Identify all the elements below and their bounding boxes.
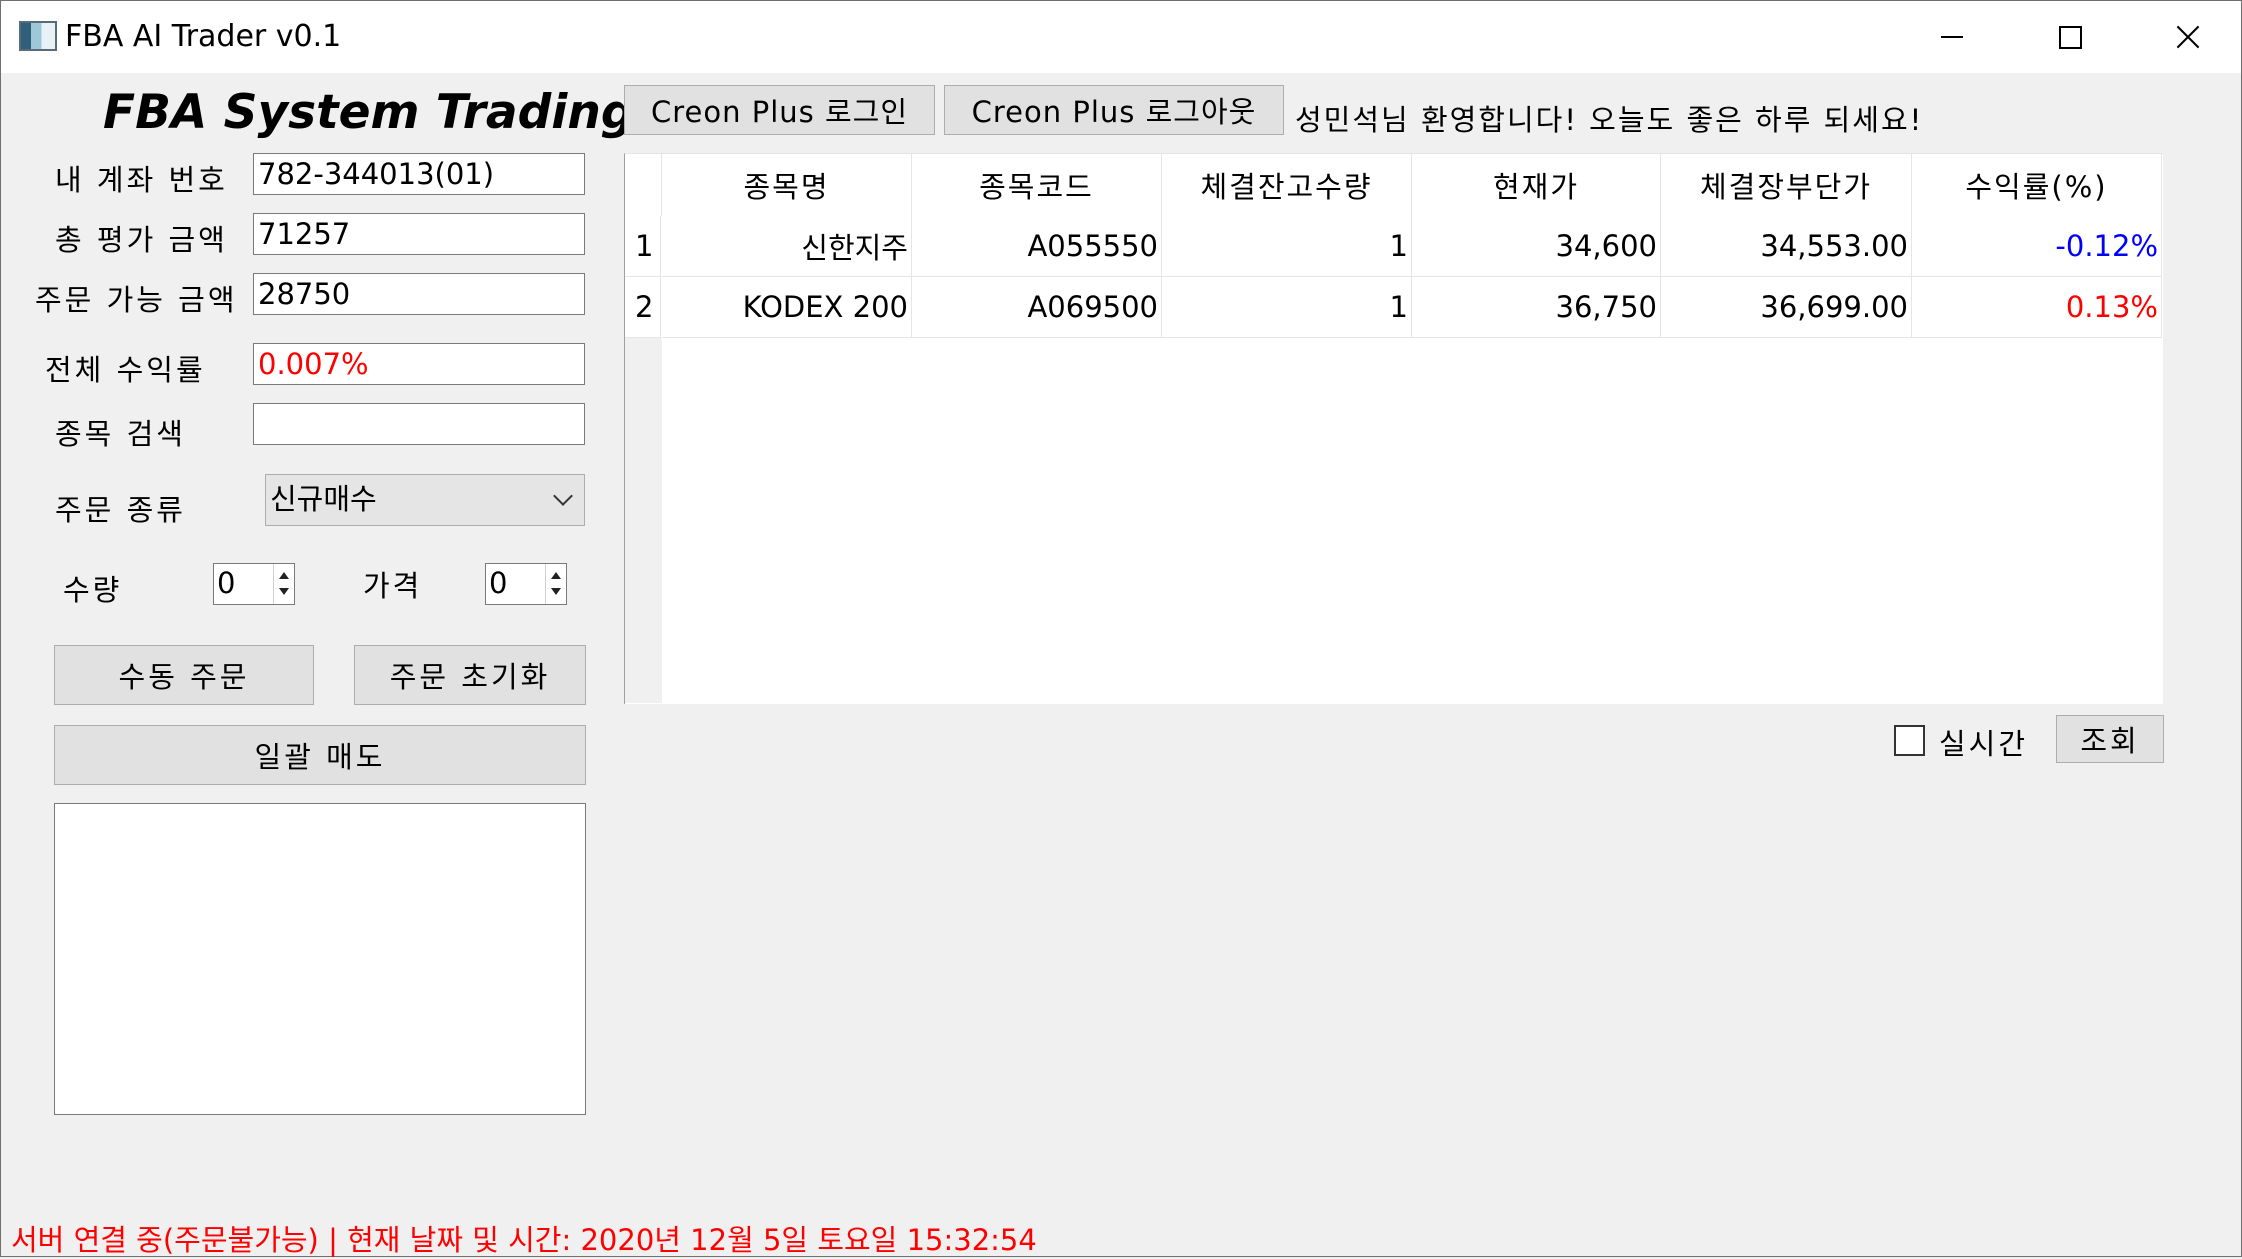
stock-search-label: 종목 검색 — [55, 417, 186, 451]
orderable-field[interactable]: 28750 — [253, 273, 585, 315]
total-return-label: 전체 수익률 — [45, 353, 206, 387]
table-cell-name[interactable]: KODEX 200 — [662, 277, 912, 338]
table-cell-price[interactable]: 36,750 — [1412, 277, 1661, 338]
qty-spin-buttons[interactable] — [273, 564, 294, 604]
table-empty-area — [624, 338, 662, 703]
chevron-down-icon — [553, 486, 573, 506]
realtime-label[interactable]: 실시간 — [1939, 721, 2028, 763]
maximize-icon — [2058, 25, 2082, 49]
account-number-field[interactable]: 782-344013(01) — [253, 153, 585, 195]
table-cell-name[interactable]: 신한지주 — [662, 216, 912, 277]
table-cell-code[interactable]: A055550 — [912, 216, 1162, 277]
table-cell-qty[interactable]: 1 — [1162, 216, 1412, 277]
col-header-avg-price[interactable]: 체결장부단가 — [1661, 154, 1912, 216]
col-header-price[interactable]: 현재가 — [1412, 154, 1661, 216]
maximize-button[interactable] — [2011, 1, 2129, 73]
sell-all-button[interactable]: 일괄 매도 — [54, 725, 586, 785]
log-textarea[interactable] — [54, 803, 586, 1115]
col-header-code[interactable]: 종목코드 — [912, 154, 1162, 216]
table-cell-avg-price[interactable]: 36,699.00 — [1661, 277, 1912, 338]
stock-search-input[interactable] — [253, 403, 585, 445]
table-cell-return[interactable]: -0.12% — [1912, 216, 2162, 277]
price-spin-buttons[interactable] — [545, 564, 566, 604]
order-type-label: 주문 종류 — [55, 493, 186, 527]
window-title: FBA AI Trader v0.1 — [65, 19, 342, 54]
row-header[interactable]: 1 — [625, 216, 661, 277]
price-stepper[interactable]: 0 — [485, 563, 567, 605]
table-corner[interactable] — [625, 154, 662, 216]
col-header-name[interactable]: 종목명 — [662, 154, 912, 216]
spin-down-icon[interactable] — [551, 588, 561, 595]
spin-up-icon[interactable] — [279, 572, 289, 579]
logout-button[interactable]: Creon Plus 로그아웃 — [944, 85, 1284, 135]
qty-stepper[interactable]: 0 — [213, 563, 295, 605]
order-type-value: 신규매수 — [270, 482, 377, 516]
row-header[interactable]: 2 — [625, 277, 661, 338]
table-cell-return[interactable]: 0.13% — [1912, 277, 2162, 338]
spin-down-icon[interactable] — [279, 588, 289, 595]
table-cell-qty[interactable]: 1 — [1162, 277, 1412, 338]
minimize-button[interactable] — [1893, 1, 2011, 73]
price-label: 가격 — [363, 569, 423, 603]
realtime-checkbox[interactable] — [1894, 725, 1925, 756]
status-bar-text: 서버 연결 중(주문불가능) | 현재 날짜 및 시간: 2020년 12월 5… — [11, 1223, 1037, 1257]
minimize-icon — [1941, 36, 1963, 38]
price-value: 0 — [489, 566, 508, 600]
total-eval-label: 총 평가 금액 — [55, 223, 228, 257]
app-icon — [19, 21, 57, 51]
table-cell-price[interactable]: 34,600 — [1412, 216, 1661, 277]
total-return-field[interactable]: 0.007% — [253, 343, 585, 385]
total-eval-field[interactable]: 71257 — [253, 213, 585, 255]
table-cell-avg-price[interactable]: 34,553.00 — [1661, 216, 1912, 277]
qty-value: 0 — [217, 566, 236, 600]
qty-label: 수량 — [63, 573, 123, 607]
spin-up-icon[interactable] — [551, 572, 561, 579]
table-cell-code[interactable]: A069500 — [912, 277, 1162, 338]
orderable-label: 주문 가능 금액 — [35, 283, 238, 317]
order-type-select[interactable]: 신규매수 — [265, 474, 585, 526]
login-button[interactable]: Creon Plus 로그인 — [624, 85, 935, 135]
account-number-label: 내 계좌 번호 — [55, 163, 228, 197]
col-header-qty[interactable]: 체결잔고수량 — [1162, 154, 1412, 216]
query-button[interactable]: 조회 — [2056, 715, 2164, 763]
app-window: FBA AI Trader v0.1 FBA System Trading 내 … — [0, 0, 2242, 1257]
close-icon — [2176, 25, 2200, 49]
col-header-return[interactable]: 수익률(%) — [1912, 154, 2162, 216]
close-button[interactable] — [2129, 1, 2242, 73]
manual-order-button[interactable]: 수동 주문 — [54, 645, 314, 705]
brand-title: FBA System Trading — [103, 85, 635, 140]
welcome-message: 성민석님 환영합니다! 오늘도 좋은 하루 되세요! — [1295, 103, 1924, 137]
holdings-table[interactable]: 종목명 종목코드 체결잔고수량 현재가 체결장부단가 수익률(%) 1 신한지주… — [624, 153, 2163, 704]
title-bar: FBA AI Trader v0.1 — [1, 1, 2241, 73]
reset-order-button[interactable]: 주문 초기화 — [354, 645, 586, 705]
